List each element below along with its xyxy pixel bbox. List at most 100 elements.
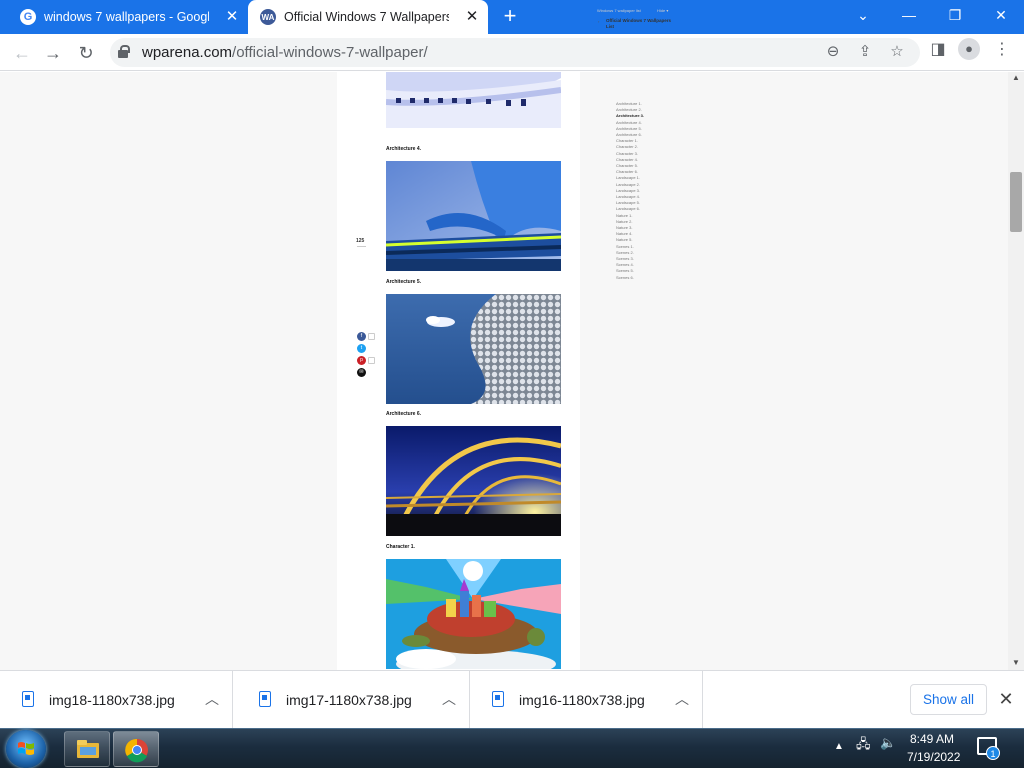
download-item[interactable]: img16-1180x738.jpg ︿	[470, 671, 703, 729]
toc-item[interactable]: Architecture 3.	[616, 113, 644, 118]
toc-heading-faded: Windows 7 wallpaper list	[597, 8, 641, 13]
reload-icon[interactable]: ↻	[73, 40, 99, 66]
menu-kebab-icon[interactable]: ⋮	[990, 38, 1014, 62]
toc-item[interactable]: Nature 5.	[616, 237, 632, 242]
caption-character-1: Character 1.	[386, 544, 415, 550]
lock-icon	[118, 45, 130, 58]
show-hidden-icons[interactable]: ▲	[834, 741, 844, 752]
show-all-button[interactable]: Show all	[910, 684, 987, 715]
toc-caret-icon: ›	[598, 19, 600, 24]
toc-item[interactable]: Architecture 5.	[616, 126, 642, 131]
share-icon[interactable]: ⇪	[854, 41, 876, 63]
chevron-up-icon[interactable]: ︿	[203, 690, 221, 708]
toc-item[interactable]: Landscape 6.	[616, 206, 640, 211]
toc-item[interactable]: Architecture 4.	[616, 120, 642, 125]
address-bar[interactable]: wparena.com/official-windows-7-wallpaper…	[110, 38, 920, 67]
profile-avatar-icon[interactable]: ●	[958, 38, 980, 60]
toc-item[interactable]: Scenes 2.	[616, 250, 634, 255]
toc-toggle[interactable]: Hide ▾	[657, 8, 668, 13]
close-window-button[interactable]: ✕	[978, 0, 1024, 30]
facebook-count-pill	[368, 333, 375, 340]
toc-item[interactable]: Landscape 2.	[616, 182, 640, 187]
toc-item[interactable]: Nature 3.	[616, 225, 632, 230]
restore-button[interactable]: ❐	[932, 0, 978, 30]
download-item[interactable]: img17-1180x738.jpg ︿	[237, 671, 470, 729]
download-filename: img17-1180x738.jpg	[286, 692, 412, 708]
image-file-icon	[259, 691, 271, 707]
scroll-down-arrow-icon[interactable]: ▼	[1008, 658, 1024, 668]
scrollbar-thumb[interactable]	[1010, 172, 1022, 232]
toc-item[interactable]: Character 6.	[616, 169, 638, 174]
toc-item[interactable]: Nature 1.	[616, 213, 632, 218]
tab-search-icon[interactable]: ⌄	[840, 0, 886, 30]
toc-item[interactable]: Scenes 4.	[616, 262, 634, 267]
start-button[interactable]	[6, 730, 46, 768]
toc-item[interactable]: Architecture 1.	[616, 101, 642, 106]
downloads-bar: img18-1180x738.jpg ︿ img17-1180x738.jpg …	[0, 670, 1024, 729]
close-downloads-icon[interactable]: ✕	[996, 689, 1016, 709]
tab-close-icon[interactable]: ✕	[224, 9, 240, 25]
network-icon[interactable]: 🖧	[856, 735, 871, 757]
forward-arrow-icon[interactable]: →	[40, 40, 66, 66]
tab-google-search[interactable]: G windows 7 wallpapers - Google S ✕	[8, 0, 248, 34]
new-tab-button[interactable]: +	[499, 5, 521, 28]
browser-toolbar: ← → ↻ wparena.com/official-windows-7-wal…	[0, 34, 1024, 71]
toc-title[interactable]: Official Windows 7 Wallpapers List	[606, 18, 676, 30]
toc-item[interactable]: Scenes 1.	[616, 244, 634, 249]
windows-logo-icon	[18, 742, 34, 755]
toc-item[interactable]: Character 5.	[616, 163, 638, 168]
clock-time[interactable]: 8:49 AM	[910, 732, 954, 746]
wallpaper-image-architecture-5[interactable]	[386, 294, 561, 404]
tab-wparena[interactable]: WA Official Windows 7 Wallpapers - ✕	[248, 0, 488, 34]
toc-item[interactable]: Character 1.	[616, 138, 638, 143]
toc-item[interactable]: Character 2.	[616, 144, 638, 149]
url-path: /official-windows-7-wallpaper/	[232, 44, 428, 61]
chrome-taskbar-icon[interactable]	[113, 731, 159, 767]
share-divider	[357, 246, 366, 247]
scroll-up-arrow-icon[interactable]: ▲	[1008, 73, 1024, 83]
chevron-up-icon[interactable]: ︿	[440, 690, 458, 708]
toc-item[interactable]: Landscape 5.	[616, 200, 640, 205]
page-scrollbar[interactable]	[1008, 72, 1024, 670]
download-filename: img18-1180x738.jpg	[49, 692, 175, 708]
toc-item[interactable]: Landscape 4.	[616, 194, 640, 199]
email-share-icon[interactable]: ✉	[357, 368, 366, 377]
url-domain: wparena.com	[142, 44, 233, 61]
twitter-share-icon[interactable]: t	[357, 344, 366, 353]
chevron-up-icon[interactable]: ︿	[673, 690, 691, 708]
caption-architecture-5: Architecture 5.	[386, 279, 422, 285]
toc-item[interactable]: Scenes 6.	[616, 275, 634, 280]
toc-item[interactable]: Character 4.	[616, 157, 638, 162]
toc-item[interactable]: Scenes 5.	[616, 268, 634, 273]
tab-close-icon[interactable]: ✕	[464, 9, 480, 25]
toc-item[interactable]: Nature 2.	[616, 219, 632, 224]
url-text: wparena.com/official-windows-7-wallpaper…	[142, 44, 428, 61]
bookmark-star-icon[interactable]: ☆	[886, 41, 908, 63]
zoom-icon[interactable]: ⊖	[822, 41, 844, 63]
toc-item[interactable]: Nature 4.	[616, 231, 632, 236]
file-explorer-taskbar-icon[interactable]	[64, 731, 110, 767]
wallpaper-image-character-1[interactable]	[386, 559, 561, 669]
toc-item[interactable]: Landscape 3.	[616, 188, 640, 193]
windows-taskbar: ▲ 🖧 🔈 8:49 AM 7/19/2022 1	[0, 728, 1024, 768]
caption-architecture-4: Architecture 4.	[386, 146, 422, 152]
wallpaper-image-architecture-4[interactable]	[386, 161, 561, 271]
facebook-share-icon[interactable]: f	[357, 332, 366, 341]
wallpaper-image-architecture-6[interactable]	[386, 426, 561, 536]
pinterest-share-icon[interactable]: p	[357, 356, 366, 365]
image-file-icon	[492, 691, 504, 707]
toc-item[interactable]: Landscape 1.	[616, 175, 640, 180]
toc-item[interactable]: Scenes 3.	[616, 256, 634, 261]
side-panel-icon[interactable]: ◨	[926, 38, 950, 62]
volume-icon[interactable]: 🔈	[880, 735, 896, 751]
minimize-button[interactable]: —	[886, 0, 932, 30]
pinterest-count-pill	[368, 357, 375, 364]
toc-item[interactable]: Architecture 2.	[616, 107, 642, 112]
download-item[interactable]: img18-1180x738.jpg ︿	[0, 671, 233, 729]
tab-strip: G windows 7 wallpapers - Google S ✕ WA O…	[0, 0, 1024, 34]
clock-date[interactable]: 7/19/2022	[907, 750, 960, 764]
toc-item[interactable]: Architecture 6.	[616, 132, 642, 137]
wallpaper-image-architecture-3[interactable]	[386, 72, 561, 138]
toc-item[interactable]: Character 3.	[616, 151, 638, 156]
back-arrow-icon[interactable]: ←	[9, 40, 35, 66]
